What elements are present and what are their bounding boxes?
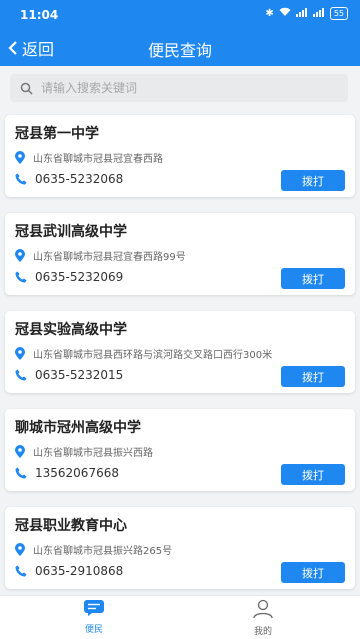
- address-row: 山东省聊城市冠县振兴西路: [15, 444, 153, 459]
- location-pin-icon: [15, 347, 25, 360]
- item-name: 冠县武训高级中学: [15, 224, 127, 240]
- status-bar: 11:04 ✱ 55: [0, 0, 360, 30]
- item-address: 山东省聊城市冠县冠宜春西路: [33, 154, 163, 165]
- call-button[interactable]: 拨打: [281, 366, 345, 387]
- call-button[interactable]: 拨打: [281, 562, 345, 583]
- list-item[interactable]: 聊城市冠州高级中学 山东省聊城市冠县振兴西路 13562067668 拨打: [5, 409, 355, 491]
- wifi-icon: [279, 7, 291, 20]
- item-phone: 0635-5232068: [35, 172, 124, 186]
- status-time: 11:04: [20, 8, 59, 22]
- item-address: 山东省聊城市冠县冠宜春西路99号: [33, 252, 186, 263]
- call-button[interactable]: 拨打: [281, 464, 345, 485]
- item-name: 聊城市冠州高级中学: [15, 420, 141, 436]
- user-icon: [253, 599, 273, 619]
- tab-convenience[interactable]: 便民: [64, 599, 124, 635]
- phone-icon: [15, 565, 27, 577]
- address-row: 山东省聊城市冠县冠宜春西路: [15, 150, 163, 165]
- app-header: 11:04 ✱ 55 返回 便民查询: [0, 0, 360, 66]
- battery-icon: 55: [329, 7, 348, 20]
- signal-icon-2: [312, 7, 325, 20]
- item-name: 冠县职业教育中心: [15, 518, 127, 534]
- page-title: 便民查询: [147, 41, 212, 60]
- location-pin-icon: [15, 543, 25, 556]
- item-address: 山东省聊城市冠县振兴西路: [33, 448, 153, 459]
- address-row: 山东省聊城市冠县振兴路265号: [15, 542, 172, 557]
- item-phone: 0635-5232069: [35, 270, 124, 284]
- address-row: 山东省聊城市冠县冠宜春西路99号: [15, 248, 186, 263]
- phone-icon: [15, 271, 27, 283]
- list-item[interactable]: 冠县实验高级中学 山东省聊城市冠县西环路与滨河路交叉路口西行300米 0635-…: [5, 311, 355, 393]
- phone-row: 0635-5232069: [15, 270, 123, 284]
- phone-icon: [15, 173, 27, 185]
- tab-label: 便民: [84, 625, 103, 635]
- phone-icon: [15, 467, 27, 479]
- list-item[interactable]: 冠县武训高级中学 山东省聊城市冠县冠宜春西路99号 0635-5232069 拨…: [5, 213, 355, 295]
- item-phone: 0635-2910868: [35, 564, 124, 578]
- call-button[interactable]: 拨打: [281, 170, 345, 191]
- phone-row: 0635-5232068: [15, 172, 123, 186]
- search-input[interactable]: [41, 81, 321, 95]
- phone-row: 0635-2910868: [15, 564, 123, 578]
- search-bar: [0, 66, 360, 110]
- address-row: 山东省聊城市冠县西环路与滨河路交叉路口西行300米: [15, 346, 272, 361]
- item-name: 冠县实验高级中学: [15, 322, 127, 338]
- search-icon: [20, 82, 33, 95]
- message-icon: [84, 600, 104, 616]
- phone-icon: [15, 369, 27, 381]
- bluetooth-icon: ✱: [265, 8, 274, 19]
- item-phone: 13562067668: [35, 466, 119, 480]
- item-phone: 0635-5232015: [35, 368, 124, 382]
- item-address: 山东省聊城市冠县振兴路265号: [33, 546, 173, 557]
- search-box[interactable]: [10, 74, 348, 102]
- nav-bar: 返回 便民查询: [0, 30, 360, 64]
- list-item[interactable]: 冠县第一中学 山东省聊城市冠县冠宜春西路 0635-5232068 拨打: [5, 115, 355, 197]
- call-button[interactable]: 拨打: [281, 268, 345, 289]
- signal-icon-1: [295, 7, 308, 20]
- tab-profile[interactable]: 我的: [233, 599, 293, 637]
- tab-label: 我的: [253, 627, 272, 637]
- phone-row: 13562067668: [15, 466, 119, 480]
- item-address: 山东省聊城市冠县西环路与滨河路交叉路口西行300米: [33, 350, 273, 361]
- phone-row: 0635-5232015: [15, 368, 123, 382]
- status-icons: ✱ 55: [265, 7, 348, 20]
- location-pin-icon: [15, 445, 25, 458]
- location-pin-icon: [15, 151, 25, 164]
- tab-bar: 便民 我的: [0, 595, 360, 639]
- list-item[interactable]: 冠县职业教育中心 山东省聊城市冠县振兴路265号 0635-2910868 拨打: [5, 507, 355, 589]
- location-pin-icon: [15, 249, 25, 262]
- item-name: 冠县第一中学: [15, 126, 99, 142]
